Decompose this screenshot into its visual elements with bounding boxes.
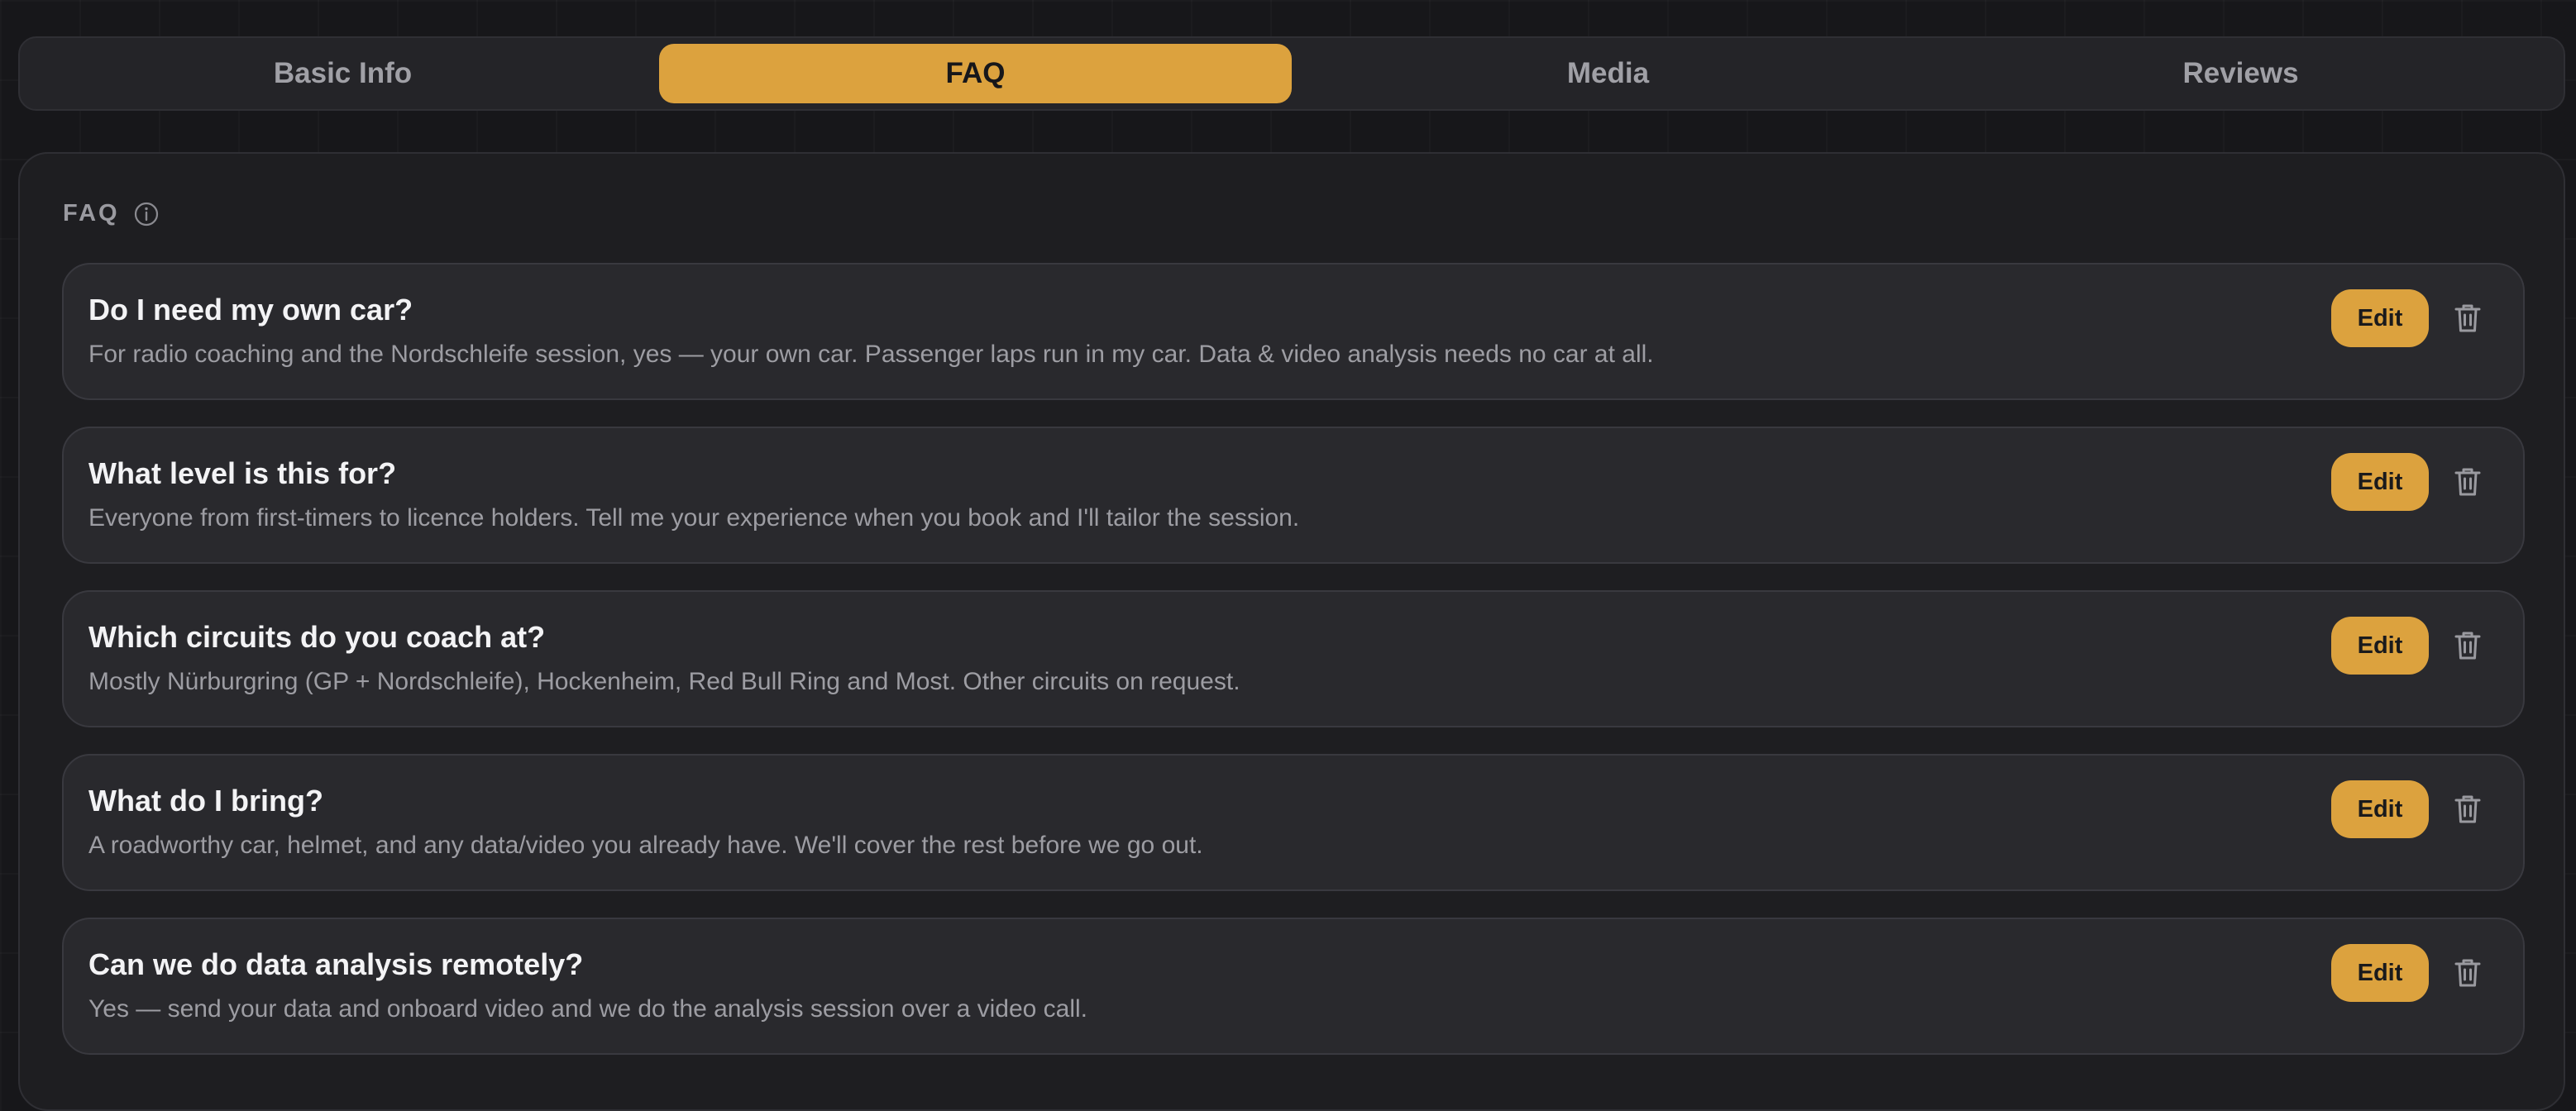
trash-icon[interactable] xyxy=(2450,465,2485,499)
edit-button[interactable]: Edit xyxy=(2331,944,2429,1002)
trash-icon[interactable] xyxy=(2450,628,2485,663)
faq-answer: A roadworthy car, helmet, and any data/v… xyxy=(88,832,1203,859)
faq-item: What level is this for? Everyone from fi… xyxy=(62,427,2525,564)
edit-button[interactable]: Edit xyxy=(2331,453,2429,511)
trash-icon[interactable] xyxy=(2450,792,2485,827)
edit-button[interactable]: Edit xyxy=(2331,780,2429,838)
section-header: FAQ xyxy=(63,200,160,227)
faq-item: Can we do data analysis remotely? Yes — … xyxy=(62,918,2525,1055)
faq-answer: Mostly Nürburgring (GP + Nordschleife), … xyxy=(88,668,1240,695)
edit-button[interactable]: Edit xyxy=(2331,617,2429,675)
faq-question: Which circuits do you coach at? xyxy=(88,620,546,654)
tab-faq[interactable]: FAQ xyxy=(659,44,1292,103)
faq-item: Which circuits do you coach at? Mostly N… xyxy=(62,590,2525,727)
tab-bar: Basic Info FAQ Media Reviews xyxy=(18,36,2565,111)
faq-list: Do I need my own car? For radio coaching… xyxy=(62,263,2525,1081)
tab-reviews[interactable]: Reviews xyxy=(1924,44,2557,103)
info-icon[interactable] xyxy=(133,201,160,227)
tab-basic-info[interactable]: Basic Info xyxy=(26,44,659,103)
faq-question: What level is this for? xyxy=(88,456,397,490)
section-title: FAQ xyxy=(63,200,120,226)
faq-answer: Yes — send your data and onboard video a… xyxy=(88,995,1087,1023)
edit-button[interactable]: Edit xyxy=(2331,289,2429,347)
faq-answer: Everyone from first-timers to licence ho… xyxy=(88,504,1300,532)
faq-item: What do I bring? A roadworthy car, helme… xyxy=(62,754,2525,891)
faq-question: Can we do data analysis remotely? xyxy=(88,947,584,981)
faq-answer: For radio coaching and the Nordschleife … xyxy=(88,341,1654,368)
faq-question: What do I bring? xyxy=(88,784,323,818)
faq-question: Do I need my own car? xyxy=(88,293,413,327)
trash-icon[interactable] xyxy=(2450,956,2485,990)
tab-media[interactable]: Media xyxy=(1292,44,1924,103)
trash-icon[interactable] xyxy=(2450,301,2485,336)
faq-panel: FAQ Do I need my own car? For radio coac… xyxy=(18,152,2565,1111)
faq-item: Do I need my own car? For radio coaching… xyxy=(62,263,2525,400)
